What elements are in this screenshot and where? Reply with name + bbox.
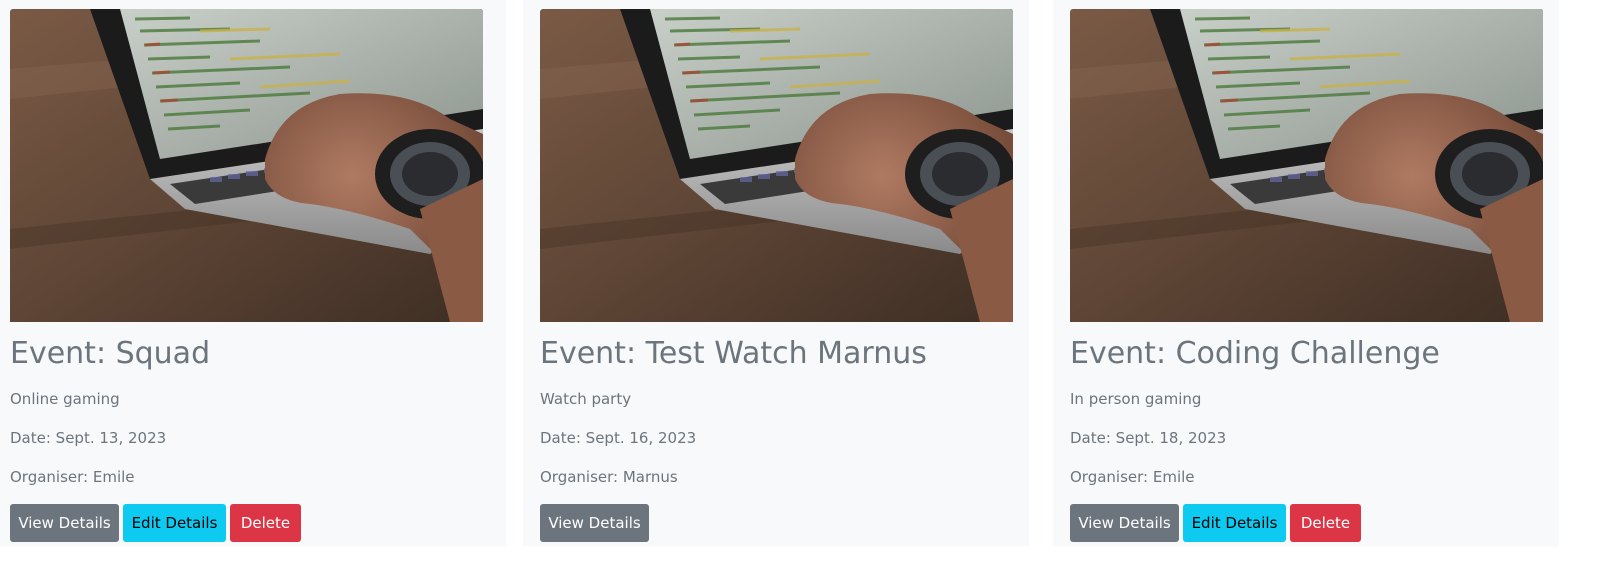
event-title: Event: Squad [10,336,211,371]
event-title: Event: Test Watch Marnus [540,336,927,371]
event-organiser: Organiser: Marnus [540,468,678,486]
laptop-photo-icon [1070,9,1543,322]
event-card: Event: Squad Online gaming Date: Sept. 1… [0,0,506,546]
event-description: In person gaming [1070,390,1202,408]
laptop-photo-icon [10,9,483,322]
event-organiser: Organiser: Emile [1070,468,1195,486]
event-description: Online gaming [10,390,120,408]
event-actions: View Details [540,504,1029,542]
event-date: Date: Sept. 16, 2023 [540,429,697,447]
view-details-button[interactable]: View Details [540,504,649,542]
edit-details-button[interactable]: Edit Details [1183,504,1286,542]
edit-details-button[interactable]: Edit Details [123,504,226,542]
event-description: Watch party [540,390,632,408]
event-date: Date: Sept. 13, 2023 [10,429,167,447]
event-card: Event: Test Watch Marnus Watch party Dat… [523,0,1029,546]
laptop-photo-icon [540,9,1013,322]
event-date: Date: Sept. 18, 2023 [1070,429,1227,447]
event-card-grid: Event: Squad Online gaming Date: Sept. 1… [0,0,1601,577]
event-actions: View Details Edit Details Delete [10,504,506,542]
delete-button[interactable]: Delete [1290,504,1361,542]
delete-button[interactable]: Delete [230,504,301,542]
event-actions: View Details Edit Details Delete [1070,504,1559,542]
event-title: Event: Coding Challenge [1070,336,1440,371]
view-details-button[interactable]: View Details [10,504,119,542]
event-organiser: Organiser: Emile [10,468,135,486]
view-details-button[interactable]: View Details [1070,504,1179,542]
event-card: Event: Coding Challenge In person gaming… [1053,0,1559,546]
